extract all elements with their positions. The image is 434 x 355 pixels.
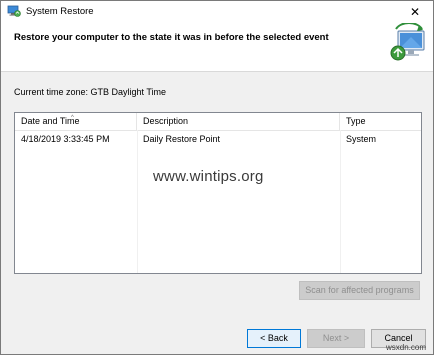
page-title: Restore your computer to the state it wa…	[14, 32, 329, 43]
row-type: System	[346, 134, 377, 144]
table-row[interactable]: 4/18/2019 3:33:45 PM Daily Restore Point…	[15, 131, 421, 147]
column-divider	[340, 130, 341, 273]
close-icon: ✕	[409, 5, 421, 19]
list-header: ^ Date and Time Description Type	[15, 113, 421, 131]
system-restore-icon	[7, 5, 21, 17]
column-header-type[interactable]: Type	[340, 113, 421, 130]
wizard-header: Restore your computer to the state it wa…	[1, 23, 433, 72]
timezone-label: Current time zone: GTB Daylight Time	[14, 87, 167, 97]
window-title: System Restore	[26, 6, 94, 17]
watermark-text: www.wintips.org	[153, 168, 264, 185]
back-button[interactable]: < Back	[247, 329, 301, 348]
system-restore-window: System Restore ✕ Restore your computer t…	[0, 0, 434, 355]
site-watermark: wsxdn.com	[386, 343, 427, 352]
title-bar[interactable]: System Restore ✕	[1, 1, 433, 23]
row-date: 4/18/2019 3:33:45 PM	[21, 134, 110, 144]
restore-points-list[interactable]: ^ Date and Time Description Type 4/18/20…	[14, 112, 422, 274]
row-description: Daily Restore Point	[143, 134, 221, 144]
restore-computer-icon	[390, 23, 425, 61]
close-button[interactable]: ✕	[397, 1, 433, 23]
column-header-description[interactable]: Description	[137, 113, 340, 130]
column-header-type-label: Type	[346, 116, 366, 126]
column-header-date[interactable]: ^ Date and Time	[15, 113, 137, 130]
next-button[interactable]: Next >	[307, 329, 365, 348]
sort-arrow-icon: ^	[71, 115, 74, 121]
column-divider	[137, 130, 138, 273]
scan-affected-programs-button[interactable]: Scan for affected programs	[299, 281, 420, 300]
column-header-description-label: Description	[143, 116, 189, 126]
